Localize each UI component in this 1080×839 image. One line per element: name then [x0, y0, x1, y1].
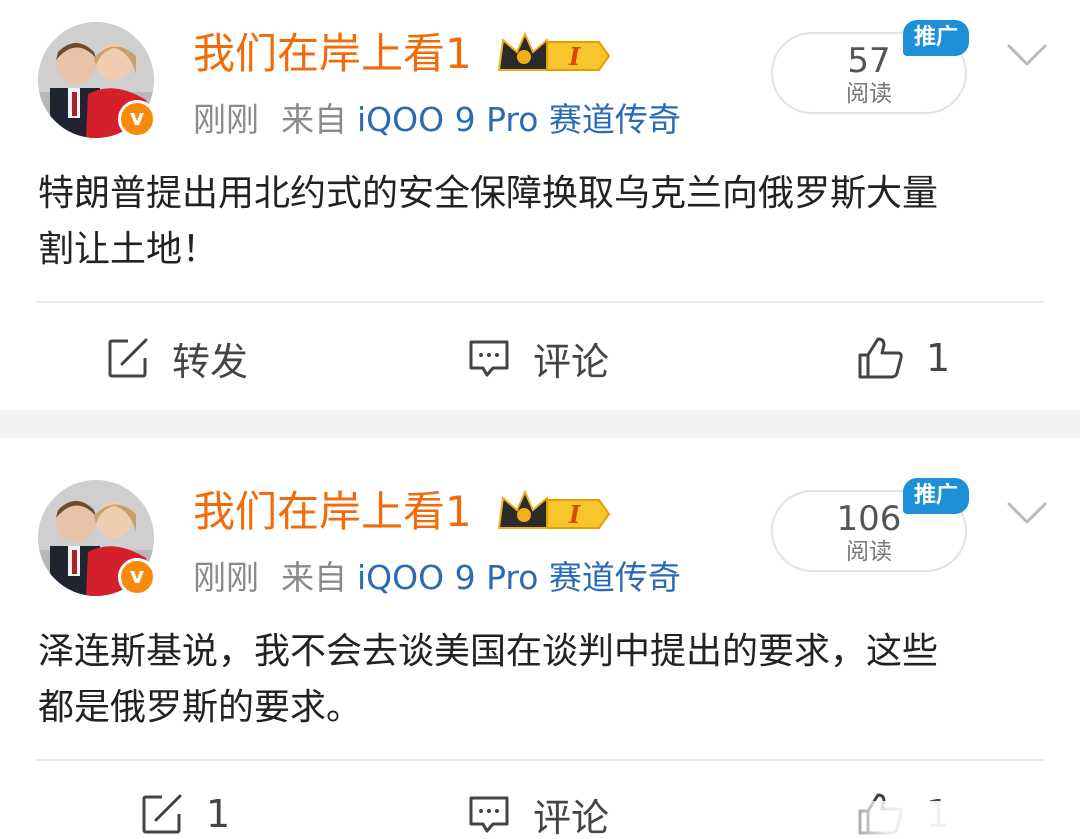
thumbs-up-icon — [858, 337, 903, 379]
like-button[interactable]: 1 — [856, 328, 950, 388]
repost-count: 1 — [206, 792, 231, 836]
feed-separator — [0, 410, 1080, 438]
device-link[interactable]: iQOO 9 Pro 赛道传奇 — [357, 100, 681, 139]
edit-share-icon — [142, 794, 182, 834]
promo-badge: 推广 — [903, 20, 969, 56]
post-meta: 刚刚 来自 iQOO 9 Pro 赛道传奇 — [193, 100, 681, 140]
username[interactable]: 我们在岸上看1 — [193, 486, 472, 538]
content-line: 割让土地！ — [38, 229, 219, 270]
post-time: 刚刚 — [193, 100, 259, 139]
comment-label: 评论 — [533, 339, 610, 384]
post-content: 特朗普提出用北约式的安全保障换取乌克兰向俄罗斯大量 割让土地！ — [38, 166, 1038, 278]
comment-label: 评论 — [533, 795, 610, 839]
comment-icon — [469, 796, 509, 833]
content-line: 都是俄罗斯的要求。 — [38, 687, 363, 728]
content-line: 特朗普提出用北约式的安全保障换取乌克兰向俄罗斯大量 — [38, 173, 939, 214]
feed-post-2: v 我们在岸上看1 I 刚刚 来自 iQOO 9 Pro 赛道传奇 106 阅读 推… — [0, 438, 1080, 839]
verified-badge: v — [118, 100, 156, 138]
read-label: 阅读 — [846, 81, 892, 107]
svg-text:I: I — [568, 42, 581, 71]
promo-badge: 推广 — [903, 478, 969, 514]
content-line: 泽连斯基说，我不会去谈美国在谈判中提出的要求，这些 — [38, 631, 939, 672]
post-content: 泽连斯基说，我不会去谈美国在谈判中提出的要求，这些 都是俄罗斯的要求。 — [38, 624, 1038, 736]
comment-icon — [469, 340, 509, 377]
bottom-fade-overlay — [808, 801, 1080, 839]
verified-badge: v — [118, 558, 156, 596]
repost-button[interactable]: 1 — [140, 784, 230, 839]
from-label: 来自 — [281, 558, 347, 597]
read-label: 阅读 — [846, 539, 892, 565]
from-label: 来自 — [281, 100, 347, 139]
repost-button[interactable]: 转发 — [106, 328, 248, 388]
username[interactable]: 我们在岸上看1 — [193, 28, 472, 80]
feed-post-1: v 我们在岸上看1 I 刚刚 来自 iQOO 9 Pro 赛道传奇 57 阅读 推广… — [0, 0, 1080, 410]
device-link[interactable]: iQOO 9 Pro 赛道传奇 — [357, 558, 681, 597]
svg-text:I: I — [568, 500, 581, 529]
comment-button[interactable]: 评论 — [467, 784, 609, 839]
divider — [36, 301, 1044, 303]
like-count: 1 — [926, 336, 951, 380]
post-time: 刚刚 — [193, 558, 259, 597]
divider — [36, 759, 1044, 761]
vip-crown-icon: I — [497, 31, 611, 71]
edit-share-icon — [108, 338, 148, 378]
repost-label: 转发 — [172, 339, 249, 384]
comment-button[interactable]: 评论 — [467, 328, 609, 388]
post-meta: 刚刚 来自 iQOO 9 Pro 赛道传奇 — [193, 558, 681, 598]
chevron-down-icon[interactable] — [1006, 500, 1048, 526]
chevron-down-icon[interactable] — [1006, 42, 1048, 68]
vip-crown-icon: I — [497, 489, 611, 529]
